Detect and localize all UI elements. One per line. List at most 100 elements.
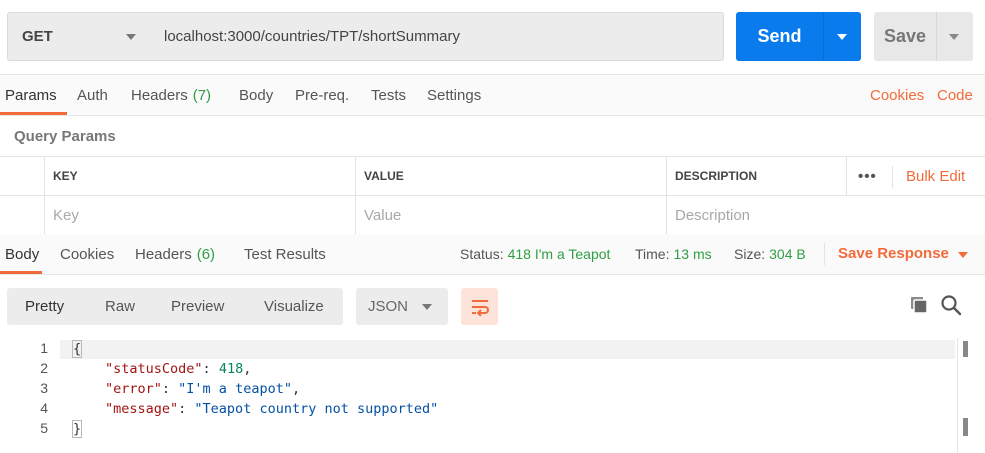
params-input-row: Key Value Description (0, 196, 985, 235)
view-mode-visualize[interactable]: Visualize (264, 288, 324, 325)
view-mode-raw[interactable]: Raw (105, 288, 135, 325)
save-response-button[interactable]: Save Response (838, 245, 968, 262)
cookies-link-label: Cookies (870, 87, 925, 104)
send-button[interactable]: Send (736, 12, 823, 61)
code-link-label: Code (937, 87, 973, 104)
request-tabs: Params Auth Headers (7) Body Pre-req. Te… (0, 74, 985, 116)
line-number: 2 (40, 360, 48, 376)
tab-prereq[interactable]: Pre-req. (295, 75, 349, 116)
active-line-highlight (60, 340, 955, 359)
response-tab-cookies-label: Cookies (60, 246, 115, 263)
scrollbar-thumb[interactable] (963, 341, 968, 357)
tab-auth-label: Auth (77, 87, 108, 104)
search-icon[interactable] (940, 294, 962, 316)
json-value: "Teapot country not supported" (194, 401, 439, 417)
response-tab-headers-label: Headers (135, 246, 192, 263)
params-row-checkbox-cell (0, 196, 44, 234)
tab-params[interactable]: Params (5, 75, 57, 116)
open-brace: { (71, 340, 83, 358)
response-tab-headers-count: (6) (196, 246, 216, 263)
line-number: 1 (40, 340, 48, 356)
view-mode-pretty[interactable]: Pretty (25, 288, 64, 325)
status-readout: Status: 418 I'm a Teapot (460, 246, 610, 262)
close-brace: } (71, 420, 83, 438)
method-label: GET (22, 28, 53, 45)
format-select[interactable]: JSON (356, 288, 448, 325)
size-label: Size: (734, 246, 766, 262)
tab-tests[interactable]: Tests (371, 75, 406, 116)
view-mode-preview[interactable]: Preview (171, 288, 224, 325)
response-tab-headers[interactable]: Headers (6) (135, 234, 215, 275)
column-header-key: KEY (44, 157, 355, 195)
key-input[interactable]: Key (44, 196, 355, 234)
response-tab-body-label: Body (5, 246, 40, 263)
time-readout: Time: 13 ms (635, 246, 712, 262)
chevron-down-icon (422, 304, 432, 310)
json-value: 418 (218, 361, 244, 377)
line-number: 4 (40, 400, 48, 416)
save-response-label: Save Response (838, 245, 949, 262)
chevron-down-icon (126, 34, 136, 40)
save-button[interactable]: Save (874, 12, 936, 61)
params-header-row: KEY VALUE DESCRIPTION ••• Bulk Edit (0, 157, 985, 196)
params-table: KEY VALUE DESCRIPTION ••• Bulk Edit Key … (0, 156, 985, 235)
response-tab-test-results-label: Test Results (244, 246, 326, 263)
json-value: "I'm a teapot" (178, 381, 292, 397)
tab-auth[interactable]: Auth (77, 75, 108, 116)
cookies-link[interactable]: Cookies (870, 75, 924, 116)
active-tab-indicator (0, 112, 67, 115)
status-value: 418 I'm a Teapot (507, 246, 611, 262)
line-number: 3 (40, 380, 48, 396)
value-input[interactable]: Value (355, 196, 666, 234)
tab-body[interactable]: Body (239, 75, 273, 116)
json-key: "statusCode" (105, 361, 203, 377)
save-divider (936, 12, 937, 61)
method-select[interactable]: GET (7, 12, 153, 61)
json-key: "error" (105, 381, 162, 397)
column-header-value: VALUE (355, 157, 666, 195)
response-meta-divider (824, 243, 825, 265)
copy-icon[interactable] (908, 294, 930, 316)
description-input[interactable]: Description (666, 196, 985, 234)
wrap-lines-icon (471, 299, 489, 316)
wrap-lines-button[interactable] (461, 288, 498, 325)
code-line-5: } (71, 420, 83, 438)
url-text: localhost:3000/countries/TPT/shortSummar… (164, 28, 460, 45)
tab-settings-label: Settings (427, 87, 482, 104)
save-dropdown-icon[interactable] (949, 34, 959, 40)
json-comma: , (291, 381, 301, 397)
view-mode-group: Pretty Raw Preview Visualize (7, 288, 343, 325)
response-tab-body[interactable]: Body (5, 234, 39, 275)
json-key: "message" (105, 401, 179, 417)
send-button-group: Send (736, 12, 861, 61)
url-input[interactable]: localhost:3000/countries/TPT/shortSummar… (152, 12, 724, 61)
code-link[interactable]: Code (937, 75, 973, 116)
actions-divider (892, 166, 893, 188)
query-params-title: Query Params (14, 128, 116, 145)
tab-settings[interactable]: Settings (427, 75, 481, 116)
code-line-1: { (71, 340, 83, 358)
response-tab-cookies[interactable]: Cookies (60, 234, 114, 275)
tab-tests-label: Tests (371, 87, 407, 104)
scrollbar-marker (963, 418, 968, 436)
response-active-tab-indicator (0, 271, 42, 274)
tab-headers-count: (7) (192, 87, 212, 104)
request-bar: GET localhost:3000/countries/TPT/shortSu… (0, 0, 985, 74)
line-number-gutter: 1 2 3 4 5 (0, 338, 60, 453)
format-label: JSON (368, 298, 409, 315)
code-line-3: "error": "I'm a teapot", (105, 381, 301, 397)
bulk-edit-link[interactable]: Bulk Edit (906, 168, 965, 185)
tab-headers[interactable]: Headers (7) (131, 75, 211, 116)
more-options-icon[interactable]: ••• (858, 168, 877, 185)
size-readout: Size: 304 B (734, 246, 806, 262)
response-tab-test-results[interactable]: Test Results (244, 234, 326, 275)
tab-body-label: Body (239, 87, 274, 104)
chevron-down-icon (958, 252, 968, 258)
response-tabs: Body Cookies Headers (6) Test Results St… (0, 234, 985, 275)
response-body-editor[interactable]: 1 2 3 4 5 { "statusCode": 418, "error": … (0, 338, 985, 453)
column-header-description: DESCRIPTION (666, 157, 846, 195)
code-line-4: "message": "Teapot country not supported… (105, 401, 439, 417)
size-value: 304 B (769, 246, 806, 262)
status-label: Status: (460, 246, 504, 262)
send-dropdown-icon[interactable] (837, 34, 847, 40)
